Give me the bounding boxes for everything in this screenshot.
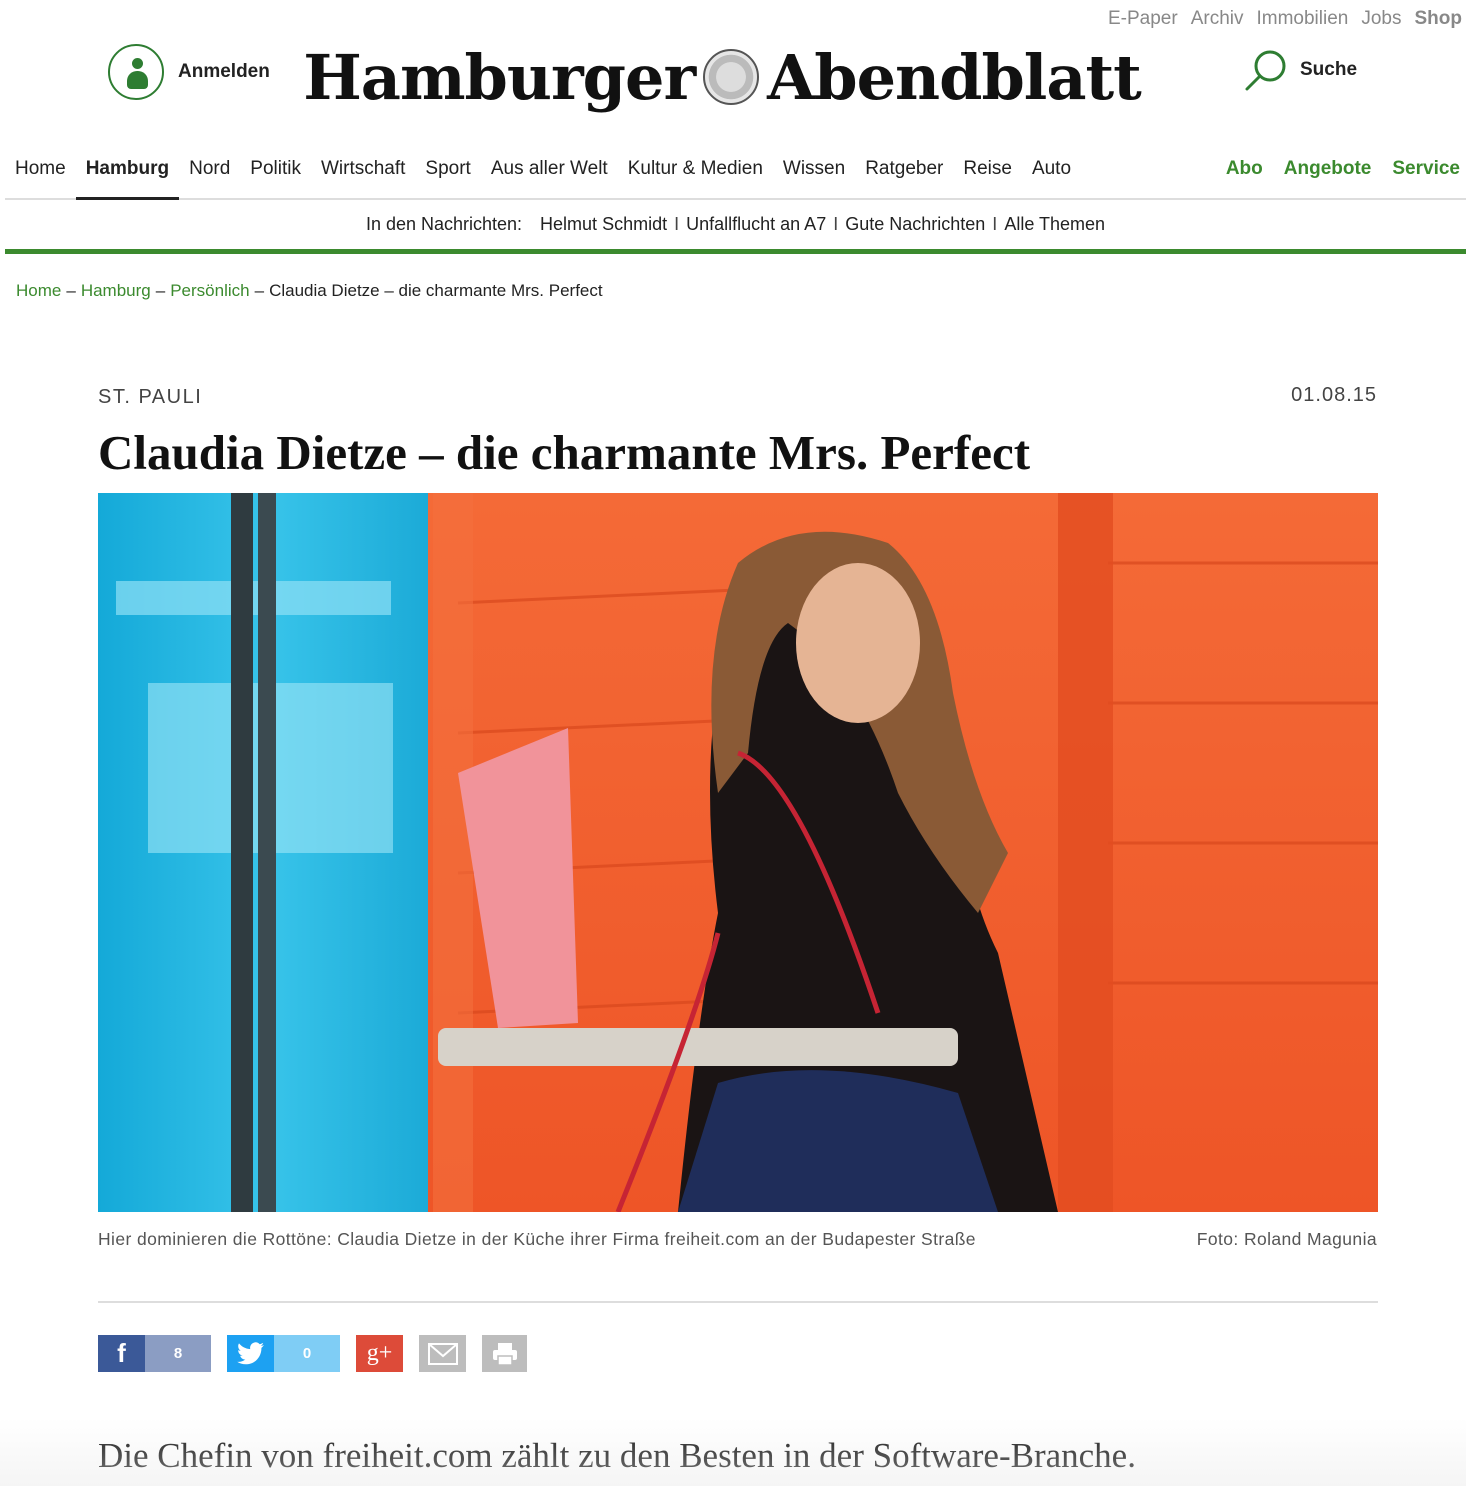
nav-item-wirtschaft[interactable]: Wirtschaft: [311, 150, 415, 198]
epaper-link[interactable]: E-Paper: [1108, 8, 1178, 30]
breadcrumb-persoenlich[interactable]: Persönlich: [170, 281, 249, 301]
print-button[interactable]: [482, 1335, 527, 1372]
article-headline: Claudia Dietze – die charmante Mrs. Perf…: [98, 425, 1031, 480]
topic-separator: I: [833, 213, 839, 234]
nav-item-kultur-medien[interactable]: Kultur & Medien: [618, 150, 773, 198]
photo-caption: Hier dominieren die Rottöne: Claudia Die…: [98, 1229, 976, 1249]
logo-word-right: Abendblatt: [767, 40, 1142, 114]
article-kicker: ST. PAULI: [98, 386, 203, 408]
site-logo[interactable]: Hamburger Abendblatt: [303, 36, 1142, 118]
googleplus-icon: g+: [356, 1335, 403, 1372]
breadcrumb-current: Claudia Dietze – die charmante Mrs. Perf…: [269, 281, 603, 300]
top-utility-links: E-Paper Archiv Immobilien Jobs Shop: [1108, 8, 1462, 30]
nav-left-items: Home Hamburg Nord Politik Wirtschaft Sport Aus…: [5, 150, 1081, 200]
facebook-share-button[interactable]: f 8: [98, 1335, 211, 1372]
mail-icon: [419, 1335, 466, 1372]
nav-item-wissen[interactable]: Wissen: [773, 150, 855, 198]
divider: [98, 1301, 1378, 1303]
archiv-link[interactable]: Archiv: [1191, 8, 1244, 30]
main-navigation: Home Hamburg Nord Politik Wirtschaft Sport Aus…: [5, 150, 1466, 200]
nav-item-nord[interactable]: Nord: [179, 150, 240, 198]
topic-link[interactable]: Alle Themen: [1004, 214, 1105, 235]
twitter-icon: [227, 1335, 274, 1372]
facebook-share-count: 8: [145, 1335, 211, 1372]
share-bar: f 8 0 g+: [98, 1335, 527, 1372]
print-icon: [482, 1335, 527, 1372]
nav-abo[interactable]: Abo: [1226, 158, 1263, 180]
topic-link[interactable]: Unfallflucht an A7: [686, 214, 826, 235]
article-date: 01.08.15: [1291, 384, 1377, 406]
user-icon: [108, 44, 164, 100]
breadcrumb-hamburg[interactable]: Hamburg: [81, 281, 151, 301]
nav-item-ratgeber[interactable]: Ratgeber: [855, 150, 953, 198]
news-topics-label: In den Nachrichten:: [365, 213, 523, 234]
topic-separator: I: [992, 213, 998, 234]
twitter-share-count: 0: [274, 1335, 340, 1372]
nav-item-politik[interactable]: Politik: [240, 150, 311, 198]
nav-item-aus-aller-welt[interactable]: Aus aller Welt: [481, 150, 618, 198]
login-button[interactable]: Anmelden: [108, 44, 270, 100]
login-label: Anmelden: [178, 61, 270, 82]
search-button[interactable]: Suche: [1244, 48, 1357, 92]
nav-service[interactable]: Service: [1392, 158, 1460, 180]
nav-item-sport[interactable]: Sport: [415, 150, 480, 198]
nav-item-hamburg[interactable]: Hamburg: [75, 150, 180, 200]
facebook-icon: f: [98, 1335, 145, 1372]
immobilien-link[interactable]: Immobilien: [1256, 8, 1348, 30]
news-topics-bar: In den Nachrichten: Helmut Schmidt I Unf…: [5, 202, 1466, 254]
nav-item-auto[interactable]: Auto: [1022, 150, 1081, 198]
googleplus-share-button[interactable]: g+: [356, 1335, 403, 1372]
breadcrumb-separator: –: [155, 281, 166, 300]
nav-item-home[interactable]: Home: [5, 150, 76, 198]
logo-word-left: Hamburger: [303, 40, 696, 114]
email-share-button[interactable]: [419, 1335, 466, 1372]
nav-item-reise[interactable]: Reise: [953, 150, 1022, 198]
breadcrumb-separator: –: [254, 281, 265, 300]
topic-separator: I: [674, 213, 680, 234]
nav-angebote[interactable]: Angebote: [1284, 158, 1372, 180]
photo-illustration: [98, 493, 1378, 1212]
search-icon: [1245, 50, 1286, 91]
article-lead: Die Chefin von freiheit.com zählt zu den…: [98, 1436, 1136, 1475]
photo-credit: Foto: Roland Magunia: [1196, 1229, 1377, 1249]
breadcrumb: Home – Hamburg – Persönlich – Claudia Di…: [16, 281, 603, 301]
topic-link[interactable]: Helmut Schmidt: [540, 214, 667, 235]
nav-right-items: Abo Angebote Service: [1226, 158, 1460, 180]
city-seal-icon: [703, 49, 760, 105]
twitter-share-button[interactable]: 0: [227, 1335, 340, 1372]
jobs-link[interactable]: Jobs: [1361, 8, 1401, 30]
breadcrumb-home[interactable]: Home: [16, 281, 61, 301]
search-label: Suche: [1300, 59, 1358, 80]
article-photo[interactable]: [98, 493, 1378, 1212]
topic-link[interactable]: Gute Nachrichten: [845, 214, 985, 235]
shop-link[interactable]: Shop: [1415, 8, 1463, 30]
breadcrumb-separator: –: [66, 281, 76, 300]
